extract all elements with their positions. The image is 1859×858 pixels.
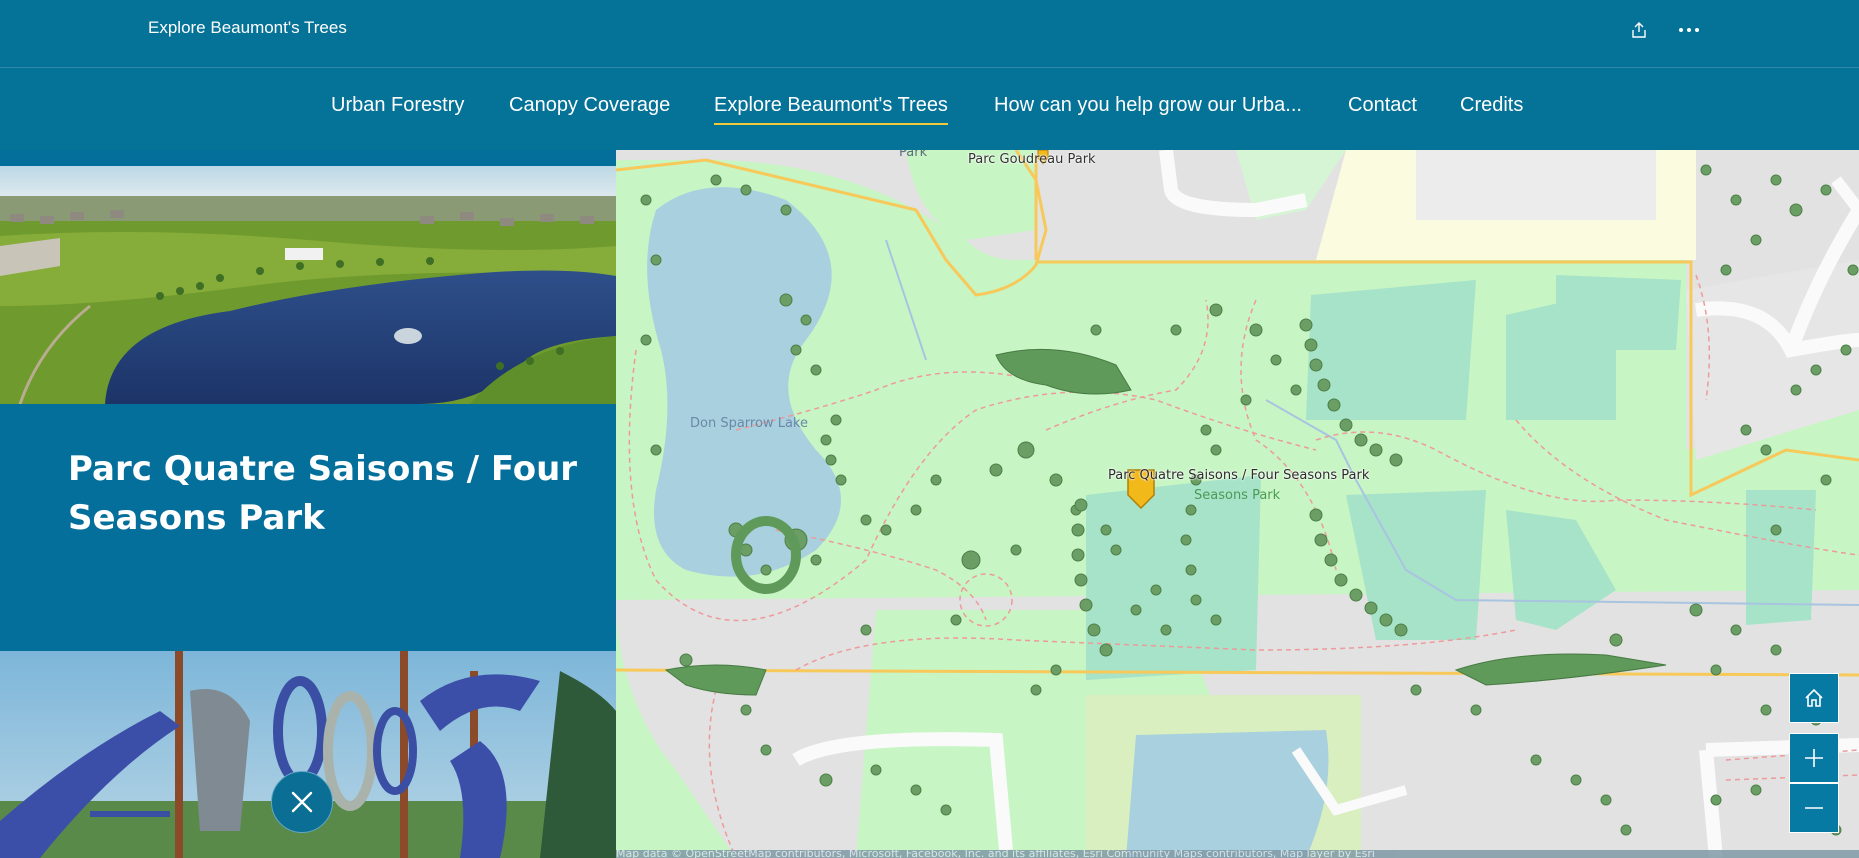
close-button[interactable] bbox=[271, 771, 333, 833]
map-label-goudreau: Parc Goudreau Park bbox=[968, 152, 1096, 167]
nav-canopy-coverage[interactable]: Canopy Coverage bbox=[509, 94, 670, 123]
section-nav: Urban Forestry Canopy Coverage Explore B… bbox=[0, 68, 1859, 150]
more-options-icon[interactable] bbox=[1673, 14, 1705, 46]
nav-how-can-you-help[interactable]: How can you help grow our Urba... bbox=[994, 94, 1302, 123]
nav-credits[interactable]: Credits bbox=[1460, 94, 1523, 123]
app-title: Explore Beaumont's Trees bbox=[148, 18, 347, 37]
plus-icon bbox=[1805, 749, 1823, 767]
map-label-selected-park: Parc Quatre Saisons / Four Seasons Park bbox=[1108, 468, 1370, 483]
side-panel: Parc Quatre Saisons / Four Seasons Park bbox=[0, 150, 616, 858]
close-icon bbox=[291, 791, 313, 813]
park-aerial-photo bbox=[0, 166, 616, 404]
home-icon bbox=[1805, 688, 1823, 707]
zoom-in-button[interactable] bbox=[1789, 733, 1839, 783]
nav-explore-trees[interactable]: Explore Beaumont's Trees bbox=[714, 94, 948, 125]
nav-urban-forestry[interactable]: Urban Forestry bbox=[331, 94, 464, 123]
app-header: Explore Beaumont's Trees bbox=[0, 0, 1859, 68]
map-label-park: Park bbox=[899, 150, 928, 160]
zoom-out-button[interactable] bbox=[1789, 783, 1839, 833]
map-label-park-sub: Seasons Park bbox=[1194, 488, 1281, 503]
place-title: Parc Quatre Saisons / Four Seasons Park bbox=[68, 449, 578, 538]
map-label-lake: Don Sparrow Lake bbox=[690, 416, 808, 431]
share-icon[interactable] bbox=[1623, 14, 1655, 46]
map-canvas[interactable] bbox=[616, 150, 1859, 858]
minus-icon bbox=[1805, 807, 1823, 809]
nav-contact[interactable]: Contact bbox=[1348, 94, 1417, 123]
home-button[interactable] bbox=[1789, 673, 1839, 723]
map-view[interactable]: Park Parc Goudreau Park Don Sparrow Lake… bbox=[616, 150, 1859, 858]
map-attribution[interactable]: Map data © OpenStreetMap contributors, M… bbox=[616, 850, 1859, 858]
